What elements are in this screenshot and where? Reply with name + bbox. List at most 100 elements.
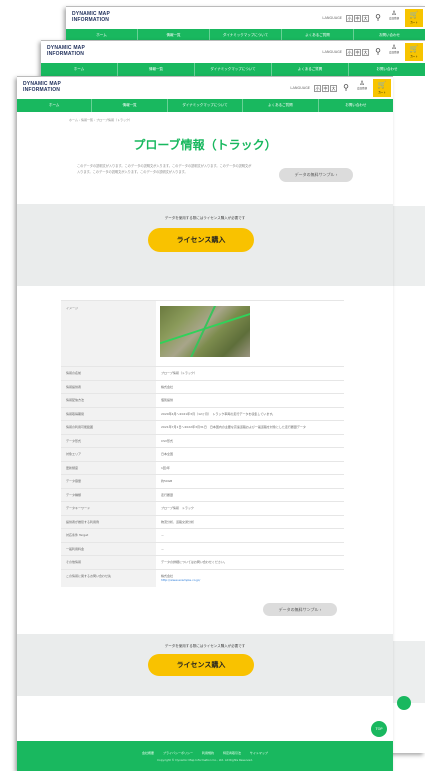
logo[interactable]: DYNAMIC MAP INFORMATION xyxy=(72,11,110,23)
font-size-large[interactable]: 大 xyxy=(362,48,369,56)
detail-value: プローブ情報（トラック） xyxy=(156,367,344,380)
font-size-medium[interactable]: 中 xyxy=(322,84,329,92)
detail-value-text: 物流分析、道路交通分析 xyxy=(161,519,195,524)
header-tools: LANGUAGE 小 中 大 ⚲ ♙ 会員登録 🛒 カート xyxy=(322,43,423,61)
detail-row: 情報の利用可能範囲 2021年7月1日～2022年3月31日 日本国内の主要な高速… xyxy=(61,420,344,434)
cart-button[interactable]: 🛒 カート xyxy=(373,79,391,97)
search-icon[interactable]: ⚲ xyxy=(341,83,351,93)
footer: 会社概要 プライバシーポリシー 利用規約 特定商取引法 サイトマップ Copyr… xyxy=(17,741,393,771)
detail-key: 一般利用料金 xyxy=(61,542,156,555)
detail-value-text: － xyxy=(161,533,165,537)
detail-key: 情報の利用可能範囲 xyxy=(61,421,156,434)
page-top-button[interactable] xyxy=(397,696,411,710)
detail-value-text: プローブ情報（トラック） xyxy=(161,371,197,375)
detail-row: 対象エリア 日本全国 xyxy=(61,447,344,461)
detail-value-text: 約50GB xyxy=(161,479,173,483)
detail-value-text: 株式会社 xyxy=(161,573,174,578)
detail-row: 更新頻度 1回/年 xyxy=(61,460,344,474)
logo[interactable]: DYNAMIC MAP INFORMATION xyxy=(47,45,85,57)
detail-row: 一般利用料金 － xyxy=(61,541,344,555)
language-switch[interactable]: LANGUAGE xyxy=(290,86,310,90)
account-label: 会員登録 xyxy=(388,51,399,54)
detail-value: CSV形式 xyxy=(156,435,344,448)
search-icon[interactable]: ⚲ xyxy=(373,47,383,57)
detail-row: 情報取得期間 2020年4月～2021年3月（12ヶ月） トラック車両の走行データ… xyxy=(61,406,344,421)
chevron-right-icon: › xyxy=(335,172,338,177)
nav-about[interactable]: ダイナミックマップについて xyxy=(195,63,272,76)
detail-value-text: 走行履歴 xyxy=(161,492,174,497)
contact-link[interactable]: http://www.example.co.jp/ xyxy=(161,578,339,583)
detail-key: 情報配信方法 xyxy=(61,394,156,407)
cart-button[interactable]: 🛒 カート xyxy=(405,43,423,61)
nav-home[interactable]: ホーム xyxy=(41,63,118,76)
breadcrumb[interactable]: ホーム › 情報一覧 › プローブ情報（トラック） xyxy=(17,112,393,126)
intro-text: このデータの説明文が入ります。このデータの説明文が入ります。このデータの説明文が… xyxy=(77,164,252,174)
account-button[interactable]: ♙ 会員登録 xyxy=(387,10,401,26)
detail-value: 2020年4月～2021年3月（12ヶ月） トラック車両の走行データを収集してい… xyxy=(156,408,344,421)
detail-row: データ種類 走行履歴 xyxy=(61,487,344,501)
nav-home[interactable]: ホーム xyxy=(17,99,93,112)
user-icon: ♙ xyxy=(391,10,397,17)
nav-list[interactable]: 情報一覧 xyxy=(92,99,168,112)
logo[interactable]: DYNAMIC MAP INFORMATION xyxy=(23,81,61,93)
footer-link[interactable]: プライバシーポリシー xyxy=(163,751,193,755)
font-size-small[interactable]: 小 xyxy=(346,48,353,56)
detail-table: イメージ 情報の名前 プローブ情報（トラック） 情報提供者 株式会社 情報配信方法 個別提… xyxy=(61,300,344,587)
footer-link[interactable]: 特定商取引法 xyxy=(223,751,241,755)
detail-key: 提供者が推奨する利用例 xyxy=(61,515,156,528)
license-purchase-button[interactable]: ライセンス購入 xyxy=(148,653,254,676)
free-sample-button[interactable]: データの無料サンプル › xyxy=(279,168,353,182)
footer-link[interactable]: 会社概要 xyxy=(142,751,154,755)
free-sample-button[interactable]: データの無料サンプル › xyxy=(263,602,337,616)
footer-link[interactable]: サイトマップ xyxy=(250,751,268,755)
nav-about[interactable]: ダイナミックマップについて xyxy=(168,99,244,112)
detail-key: データ容量 xyxy=(61,475,156,488)
copyright: Copyright © Dynamic Map Information Co.,… xyxy=(157,758,253,762)
header: DYNAMIC MAP INFORMATION LANGUAGE 小 中 大 ⚲… xyxy=(41,41,425,63)
detail-key: 情報の名前 xyxy=(61,367,156,380)
account-button[interactable]: ♙ 会員登録 xyxy=(355,80,369,96)
detail-value-text: 1回/年 xyxy=(161,465,170,470)
account-button[interactable]: ♙ 会員登録 xyxy=(387,44,401,60)
detail-value-text: CSV形式 xyxy=(161,438,174,443)
language-switch[interactable]: LANGUAGE xyxy=(322,50,342,54)
cart-label: カート xyxy=(410,21,418,24)
detail-value: 物流分析、道路交通分析 xyxy=(156,516,344,529)
font-size-small[interactable]: 小 xyxy=(346,14,353,22)
nav-contact[interactable]: お問い合わせ xyxy=(349,63,425,76)
font-size-large[interactable]: 大 xyxy=(362,14,369,22)
detail-key: その他情報 xyxy=(61,556,156,569)
map-thumbnail[interactable] xyxy=(160,306,250,357)
nav-faq[interactable]: よくあるご質問 xyxy=(272,63,349,76)
nav-list[interactable]: 情報一覧 xyxy=(118,63,195,76)
cart-button[interactable]: 🛒 カート xyxy=(405,9,423,27)
detail-key: 対象エリア xyxy=(61,448,156,461)
detail-value-text: 個別提供 xyxy=(161,398,174,402)
detail-row: データキーワード プローブ情報 トラック xyxy=(61,501,344,515)
header: DYNAMIC MAP INFORMATION LANGUAGE 小 中 大 ⚲… xyxy=(17,77,393,99)
language-switch[interactable]: LANGUAGE xyxy=(322,16,342,20)
footer-link[interactable]: 利用規約 xyxy=(202,751,214,755)
nav-faq[interactable]: よくあるご質問 xyxy=(243,99,319,112)
font-size-medium[interactable]: 中 xyxy=(354,14,361,22)
detail-row: 提供者が推奨する利用例 物流分析、道路交通分析 xyxy=(61,514,344,529)
font-size-small[interactable]: 小 xyxy=(314,84,321,92)
detail-row: 情報配信方法 個別提供 xyxy=(61,393,344,407)
page-top-button[interactable]: TOP xyxy=(371,721,387,737)
chevron-right-icon: › xyxy=(319,606,322,612)
detail-value: データの詳細についてはお問い合わせください。 xyxy=(156,556,344,569)
detail-value: 2021年7月1日～2022年3月31日 日本国内の主要な高速道路および一般道路… xyxy=(156,421,344,434)
nav-contact[interactable]: お問い合わせ xyxy=(319,99,393,112)
detail-value-text: データの詳細についてはお問い合わせください。 xyxy=(161,560,227,564)
font-size-large[interactable]: 大 xyxy=(330,84,337,92)
search-icon[interactable]: ⚲ xyxy=(373,13,383,23)
cart-icon: 🛒 xyxy=(409,45,419,53)
font-size-medium[interactable]: 中 xyxy=(354,48,361,56)
detail-key: この情報に関するお問い合わせ先 xyxy=(61,569,156,587)
detail-rows: 情報の名前 プローブ情報（トラック） 情報提供者 株式会社 情報配信方法 個別提供 情報取得… xyxy=(61,366,344,587)
detail-row: この情報に関するお問い合わせ先 株式会社 http://www.example.co… xyxy=(61,568,344,587)
license-purchase-button[interactable]: ライセンス購入 xyxy=(148,228,254,252)
detail-value: プローブ情報 トラック xyxy=(156,502,344,515)
header-tools: LANGUAGE 小 中 大 ⚲ ♙ 会員登録 🛒 カート xyxy=(322,9,423,27)
cart-label: カート xyxy=(378,91,386,94)
